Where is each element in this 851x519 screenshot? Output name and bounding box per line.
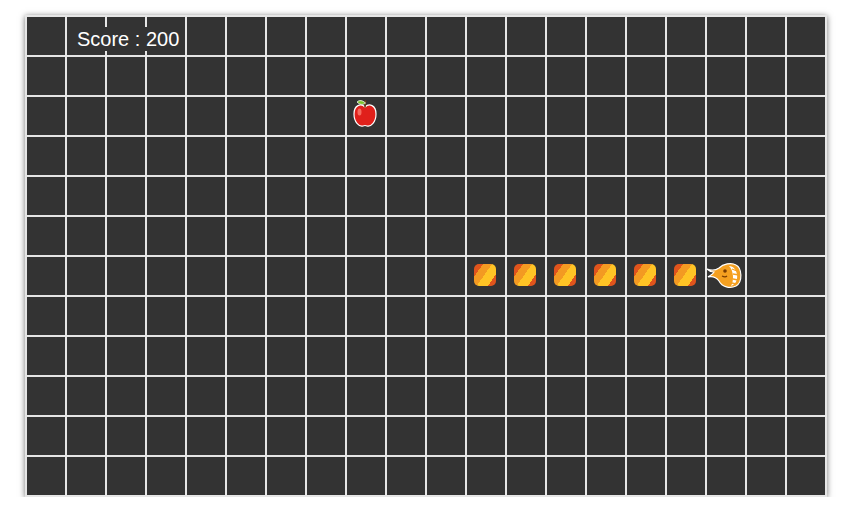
apple-icon bbox=[345, 95, 385, 135]
snake-segment bbox=[634, 264, 656, 286]
snake-segment bbox=[594, 264, 616, 286]
snake-segment bbox=[674, 264, 696, 286]
snake-segment bbox=[514, 264, 536, 286]
snake-head-icon bbox=[705, 255, 745, 295]
score-label: Score : 200 bbox=[75, 27, 181, 51]
snake-segment bbox=[474, 264, 496, 286]
game-board: Score : 200 bbox=[25, 15, 827, 497]
snake-segment bbox=[554, 264, 576, 286]
